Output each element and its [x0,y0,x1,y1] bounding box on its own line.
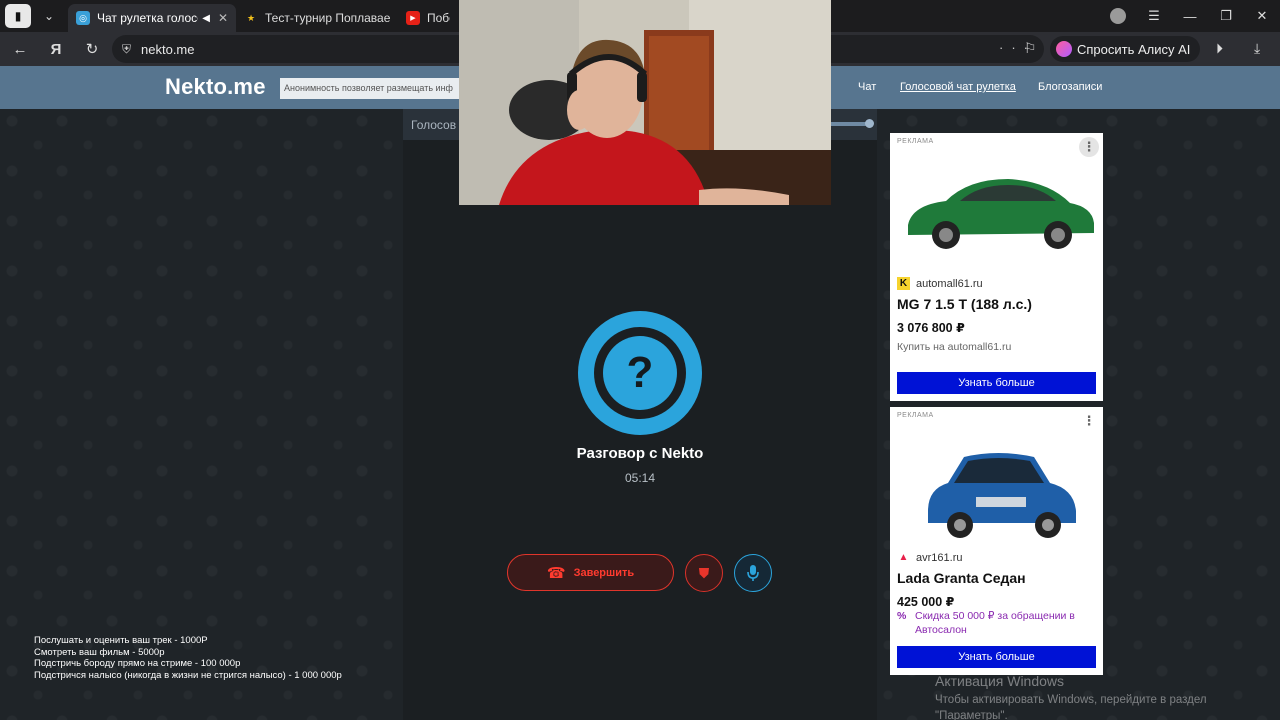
tab-3[interactable]: ▶ Побо [398,4,458,32]
ad-tag: РЕКЛАМА [894,411,937,420]
speaker-icon[interactable]: ◀ [202,13,210,24]
price-list-item: Подстричся налысо (никогда в жизни не ст… [34,669,342,681]
ad-subtitle: Купить на automall61.ru [897,341,1012,353]
car-image[interactable] [898,157,1098,253]
media-icon[interactable]: ⏵ [1216,40,1223,57]
nav-chat[interactable]: Чат [858,81,876,93]
tab-2[interactable]: ★ Тест-турнир Поплаваешь [236,4,398,32]
youtube-favicon-icon: ▶ [406,11,420,25]
conversation-title: Разговор с Nekto [576,445,704,462]
alice-label: Спросить Алису AI [1077,41,1191,57]
microphone-icon [747,565,759,581]
close-tab-icon[interactable]: ✕ [218,11,228,25]
avr-logo-icon: ▲ [898,552,909,563]
minimize-icon[interactable]: — [1172,9,1208,24]
activation-watermark-title: Активация Windows [935,673,1065,689]
tab-title: Чат рулетка голосо [97,11,199,25]
close-window-icon[interactable]: ✕ [1244,8,1280,24]
ad-price: 3 076 800 ₽ [897,321,965,335]
ad-domain[interactable]: ▲ avr161.ru [897,551,963,564]
shield-alert-icon: ⛊ [698,564,710,581]
price-list-item: Послушать и оценить ваш трек - 1000Р [34,635,208,646]
ad-promo: % Скидка 50 000 ₽ за обращении в Автосал… [897,609,1097,637]
report-button[interactable]: ⛊ [685,554,723,592]
call-timer: 05:14 [624,471,656,485]
discount-icon: % [897,610,907,622]
end-call-button[interactable]: ☎ Завершить [507,554,674,591]
ad-cta-button[interactable]: Узнать больше [897,372,1096,394]
anonymity-notice: Анонимность позволяет размещать инф [280,78,460,99]
nekto-favicon-icon: ◎ [76,11,90,25]
volume-slider-knob[interactable] [865,119,874,128]
hang-up-phone-icon: ☎ [546,564,566,582]
avatar-ring: ? [594,327,686,419]
price-list-item: Смотреть ваш фильм - 5000р [34,646,165,658]
activation-watermark-text: Чтобы активировать Windows, перейдите в … [935,694,1207,706]
ad-price: 425 000 ₽ [897,595,955,609]
ad-more-icon[interactable]: ⋮ [1079,137,1099,157]
price-list: Послушать и оценить ваш трек - 1000Р Смо… [34,635,342,681]
ad-more-icon[interactable]: ⋮ [1079,411,1099,431]
ad-promo-text: Скидка 50 000 ₽ за обращении в Автосалон [915,610,1075,636]
ad-domain-text: automall61.ru [916,277,983,290]
restore-icon[interactable]: ❐ [1208,8,1244,24]
shield-icon[interactable]: ⛨ [122,42,131,57]
yandex-icon[interactable]: Я [38,41,74,58]
question-mark-icon: ? [603,336,677,410]
window-controls: ☰ — ❐ ✕ [1100,0,1280,32]
nav-blog[interactable]: Блогозаписи [1038,81,1102,93]
star-favicon-icon: ★ [246,12,256,23]
alice-button[interactable]: Спросить Алису AI [1050,36,1201,62]
panel-header-label: Голосов [411,118,457,132]
webcam-feed-image [459,0,831,205]
menu-icon[interactable]: ☰ [1136,8,1172,24]
anonymous-avatar-icon: ? [578,311,702,435]
ad-title[interactable]: Lada Granta Седан [897,570,1026,586]
download-icon[interactable]: ⤓ [1254,40,1260,57]
ad-card-lada[interactable]: РЕКЛАМА ⋮ ▲ avr161.ru Lada Granta Седан … [890,407,1103,675]
tab-title: Тест-турнир Поплаваешь [265,11,390,25]
reload-icon[interactable]: ↻ [74,40,110,58]
profile-avatar-icon[interactable] [1110,8,1126,24]
price-list-item: Подстричь бороду прямо на стриме - 100 0… [34,658,241,669]
alice-icon [1056,41,1072,57]
webcam-overlay [459,0,831,205]
activation-watermark-text-2: "Параметры". [935,710,1008,720]
ad-card-mg7[interactable]: РЕКЛАМА ⋮ K automall61.ru MG 7 1.5 T (18… [890,133,1103,401]
tab-active[interactable]: ◎ Чат рулетка голосо ◀ ✕ [68,4,236,32]
ad-domain[interactable]: K automall61.ru [897,277,983,290]
site-logo[interactable]: Nekto.me [165,74,266,100]
nav-voice-chat[interactable]: Голосовой чат рулетка [900,81,1016,93]
ad-title[interactable]: MG 7 1.5 T (188 л.с.) [897,296,1032,312]
ad-tag: РЕКЛАМА [894,137,937,146]
ad-domain-text: avr161.ru [916,551,963,564]
car-image[interactable] [898,431,1098,541]
sidebar-toggle-icon[interactable]: ▮ [5,4,31,28]
tab-title: Побо [427,11,450,25]
ad-cta-button[interactable]: Узнать больше [897,646,1096,668]
url-text[interactable]: nekto.me [141,42,194,57]
microphone-button[interactable] [734,554,772,592]
bookmark-icon[interactable]: ⚐ [1024,40,1037,57]
back-icon[interactable]: ← [2,41,38,58]
automall-logo-icon: K [897,277,910,290]
tabs-menu-chevron-icon[interactable]: ⌄ [36,4,62,28]
end-call-label: Завершить [573,566,635,579]
